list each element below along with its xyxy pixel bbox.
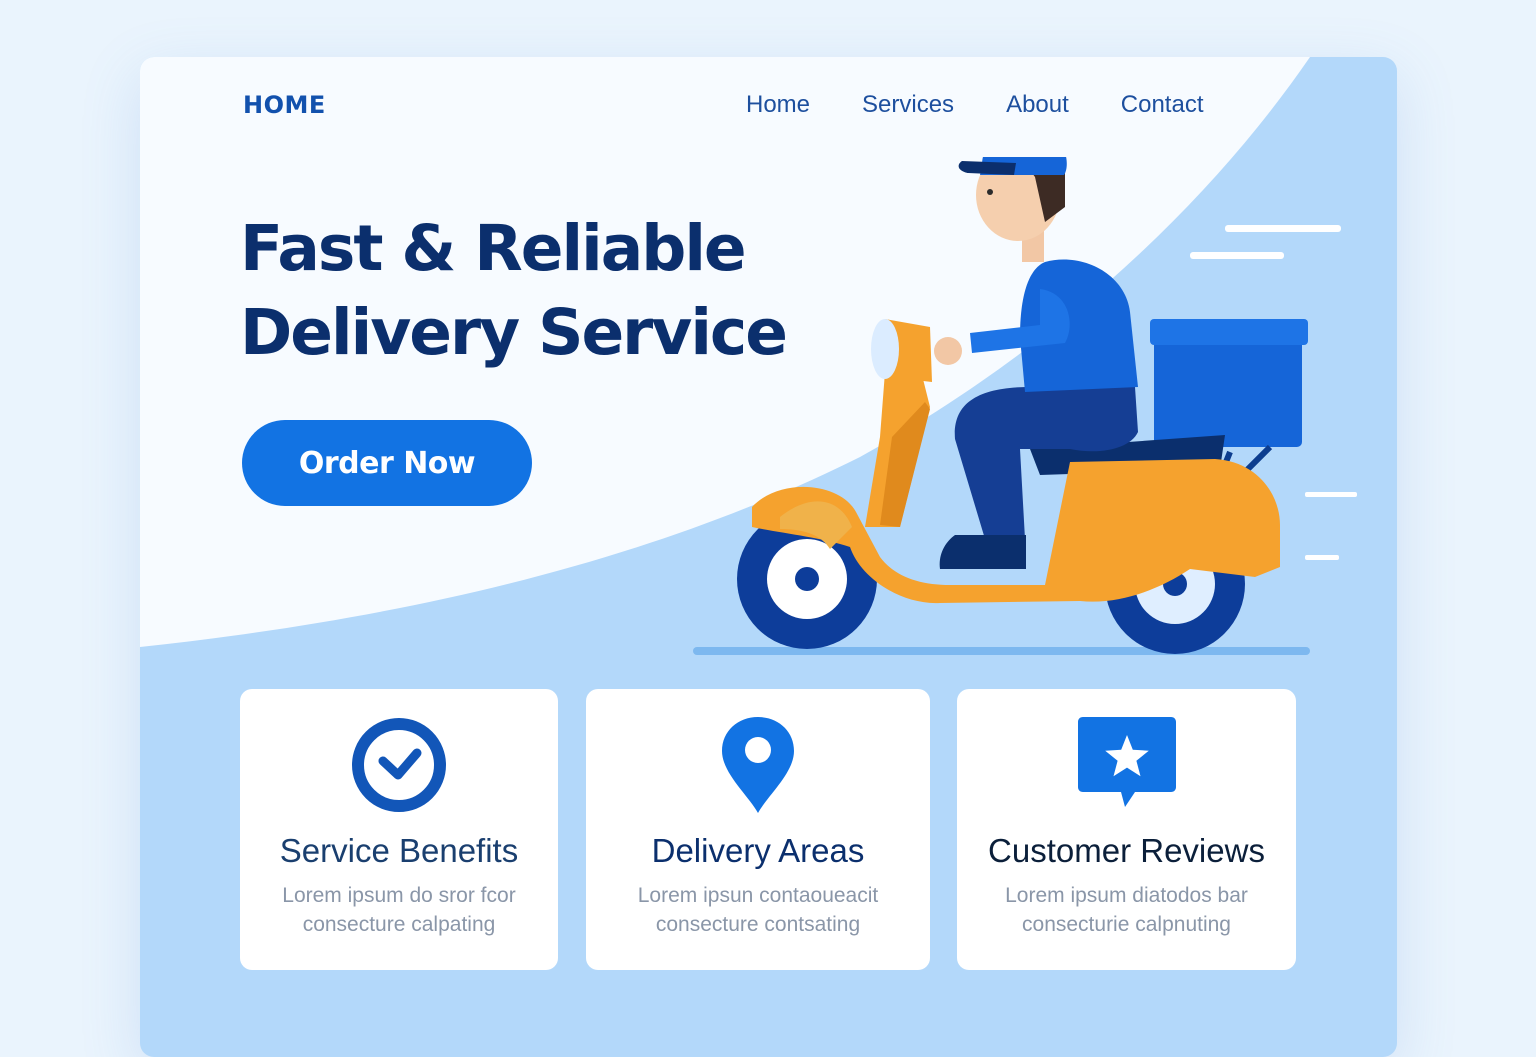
card-customer-reviews[interactable]: Customer Reviews Lorem ipsum diatodos ba… (957, 689, 1296, 970)
clock-icon (352, 718, 446, 812)
card-title: Customer Reviews (988, 832, 1265, 869)
card-text-line: consecturie calpnuting (1022, 913, 1231, 936)
card-description: Lorem ipsum diatodos bar consecturie cal… (957, 881, 1296, 939)
card-text-line: Lorem ipsum diatodos bar (1005, 884, 1248, 907)
card-text-line: Lorem ipsum do sror fcor (282, 884, 516, 907)
card-delivery-areas[interactable]: Delivery Areas Lorem ipsun contaoueacit … (586, 689, 930, 970)
card-description: Lorem ipsun contaoueacit consecture cont… (586, 881, 930, 939)
main-nav: Home Services About Contact (746, 91, 1204, 119)
card-description: Lorem ipsum do sror fcor consecture calp… (240, 881, 558, 939)
card-service-benefits[interactable]: Service Benefits Lorem ipsum do sror fco… (240, 689, 558, 970)
nav-contact[interactable]: Contact (1121, 91, 1204, 119)
card-text-line: consecture contsating (655, 913, 861, 936)
delivery-scooter-illustration (693, 157, 1357, 655)
card-title: Service Benefits (279, 832, 519, 869)
nav-about[interactable]: About (1006, 91, 1069, 119)
nav-home[interactable]: Home (746, 91, 810, 119)
card-text-line: consecture calpating (302, 913, 496, 936)
landing-page: HOME Home Services About Contact Fast & … (140, 57, 1397, 1057)
card-title: Delivery Areas (651, 832, 865, 869)
card-text-line: Lorem ipsun contaoueacit (637, 884, 879, 907)
site-logo[interactable]: HOME (243, 91, 326, 119)
star-chat-icon (1078, 717, 1176, 807)
order-now-button[interactable]: Order Now (242, 420, 532, 506)
nav-services[interactable]: Services (862, 91, 954, 119)
location-pin-icon (722, 717, 794, 813)
